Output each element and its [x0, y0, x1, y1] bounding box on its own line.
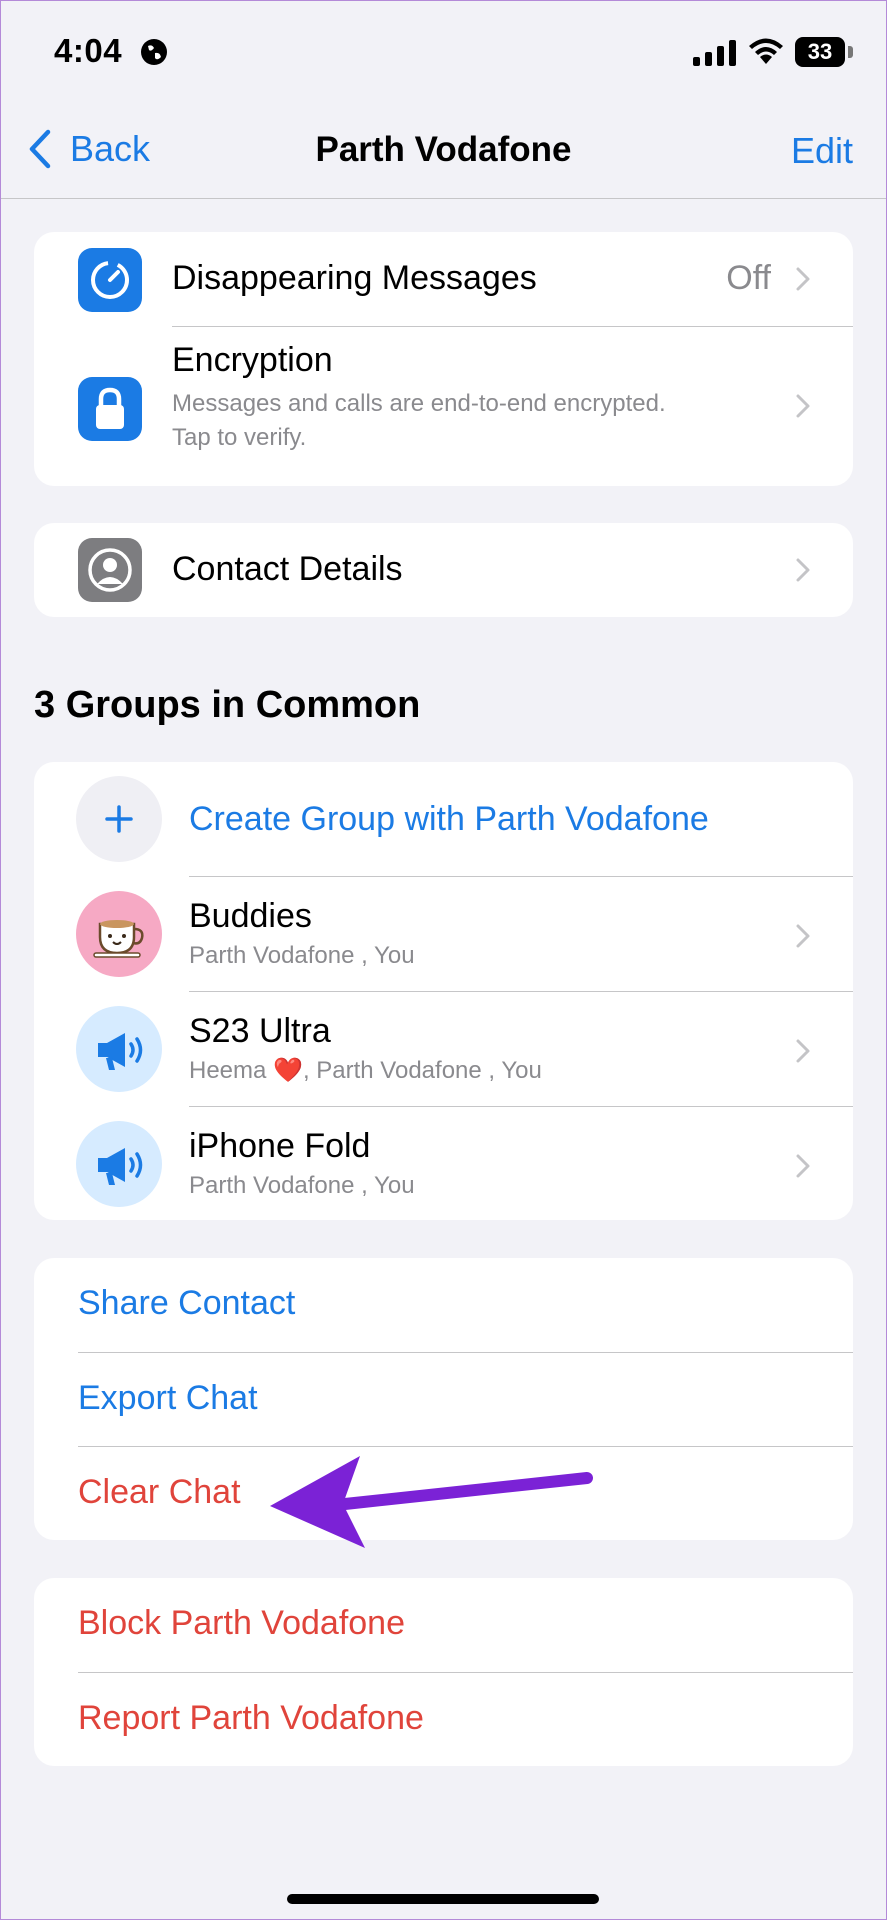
create-group-label: Create Group with Parth Vodafone: [189, 800, 709, 838]
status-bar: 4:04 33: [0, 0, 887, 100]
chevron-right-icon: [796, 924, 810, 948]
battery-icon: 33: [795, 37, 853, 67]
disappearing-messages-value: Off: [726, 259, 771, 297]
encryption-verify-hint: Tap to verify.: [172, 424, 307, 451]
coffee-cup-icon: [76, 891, 162, 977]
chevron-right-icon: [796, 558, 810, 582]
group-item-s23-ultra[interactable]: S23 Ultra Heema ❤️, Parth Vodafone , You: [34, 992, 853, 1106]
disappearing-messages-row[interactable]: Disappearing Messages Off: [34, 232, 853, 326]
clear-chat-button[interactable]: Clear Chat: [78, 1473, 241, 1512]
group-name: iPhone Fold: [189, 1127, 371, 1165]
share-contact-button[interactable]: Share Contact: [78, 1284, 295, 1323]
encryption-description: Messages and calls are end-to-end encryp…: [172, 390, 666, 417]
contact-details-card: Contact Details: [34, 523, 853, 617]
block-report-card: Block Parth Vodafone Report Parth Vodafo…: [34, 1578, 853, 1766]
annotation-arrow-icon: [270, 1456, 593, 1548]
encryption-row[interactable]: Encryption Messages and calls are end-to…: [34, 327, 853, 486]
group-members: Parth Vodafone , You: [189, 1172, 415, 1199]
clock: 4:04: [54, 32, 123, 69]
group-name: Buddies: [189, 897, 312, 935]
encryption-label: Encryption: [172, 341, 333, 379]
block-row[interactable]: Block Parth Vodafone: [34, 1578, 853, 1672]
chevron-right-icon: [796, 394, 810, 418]
group-item-iphone-fold[interactable]: iPhone Fold Parth Vodafone , You: [34, 1107, 853, 1220]
home-indicator: [287, 1894, 599, 1904]
report-contact-button[interactable]: Report Parth Vodafone: [78, 1699, 424, 1738]
edit-button[interactable]: Edit: [791, 130, 853, 172]
contact-details-row[interactable]: Contact Details: [34, 523, 853, 617]
block-contact-button[interactable]: Block Parth Vodafone: [78, 1604, 405, 1643]
battery-level: 33: [795, 37, 845, 67]
megaphone-icon: [76, 1121, 162, 1207]
export-chat-button[interactable]: Export Chat: [78, 1379, 258, 1418]
export-chat-row[interactable]: Export Chat: [34, 1353, 853, 1446]
group-item-buddies[interactable]: Buddies Parth Vodafone , You: [34, 877, 853, 991]
group-members: Parth Vodafone , You: [189, 942, 415, 969]
navigation-bar: Back Parth Vodafone Edit: [0, 100, 887, 199]
create-group-row[interactable]: Create Group with Parth Vodafone: [34, 762, 853, 876]
globe-icon: [141, 39, 167, 65]
page-title: Parth Vodafone: [315, 130, 572, 169]
chevron-right-icon: [796, 267, 810, 291]
contact-details-label: Contact Details: [172, 550, 403, 588]
wifi-icon: [749, 38, 783, 64]
group-name: S23 Ultra: [189, 1012, 331, 1050]
heart-emoji-icon: ❤️: [273, 1057, 303, 1084]
megaphone-icon: [76, 1006, 162, 1092]
share-contact-row[interactable]: Share Contact: [34, 1258, 853, 1352]
privacy-card: Disappearing Messages Off Encryption Mes…: [34, 232, 853, 486]
lock-icon: [78, 377, 142, 441]
chevron-right-icon: [796, 1154, 810, 1178]
person-icon: [78, 538, 142, 602]
report-row[interactable]: Report Parth Vodafone: [34, 1673, 853, 1766]
groups-section-title: 3 Groups in Common: [34, 684, 421, 726]
groups-card: Create Group with Parth Vodafone Buddies…: [34, 762, 853, 1220]
group-members: Heema ❤️, Parth Vodafone , You: [189, 1057, 542, 1084]
plus-icon: [76, 776, 162, 862]
chevron-right-icon: [796, 1039, 810, 1063]
timer-icon: [78, 248, 142, 312]
disappearing-messages-label: Disappearing Messages: [172, 259, 537, 297]
cellular-signal-icon: [693, 40, 736, 66]
